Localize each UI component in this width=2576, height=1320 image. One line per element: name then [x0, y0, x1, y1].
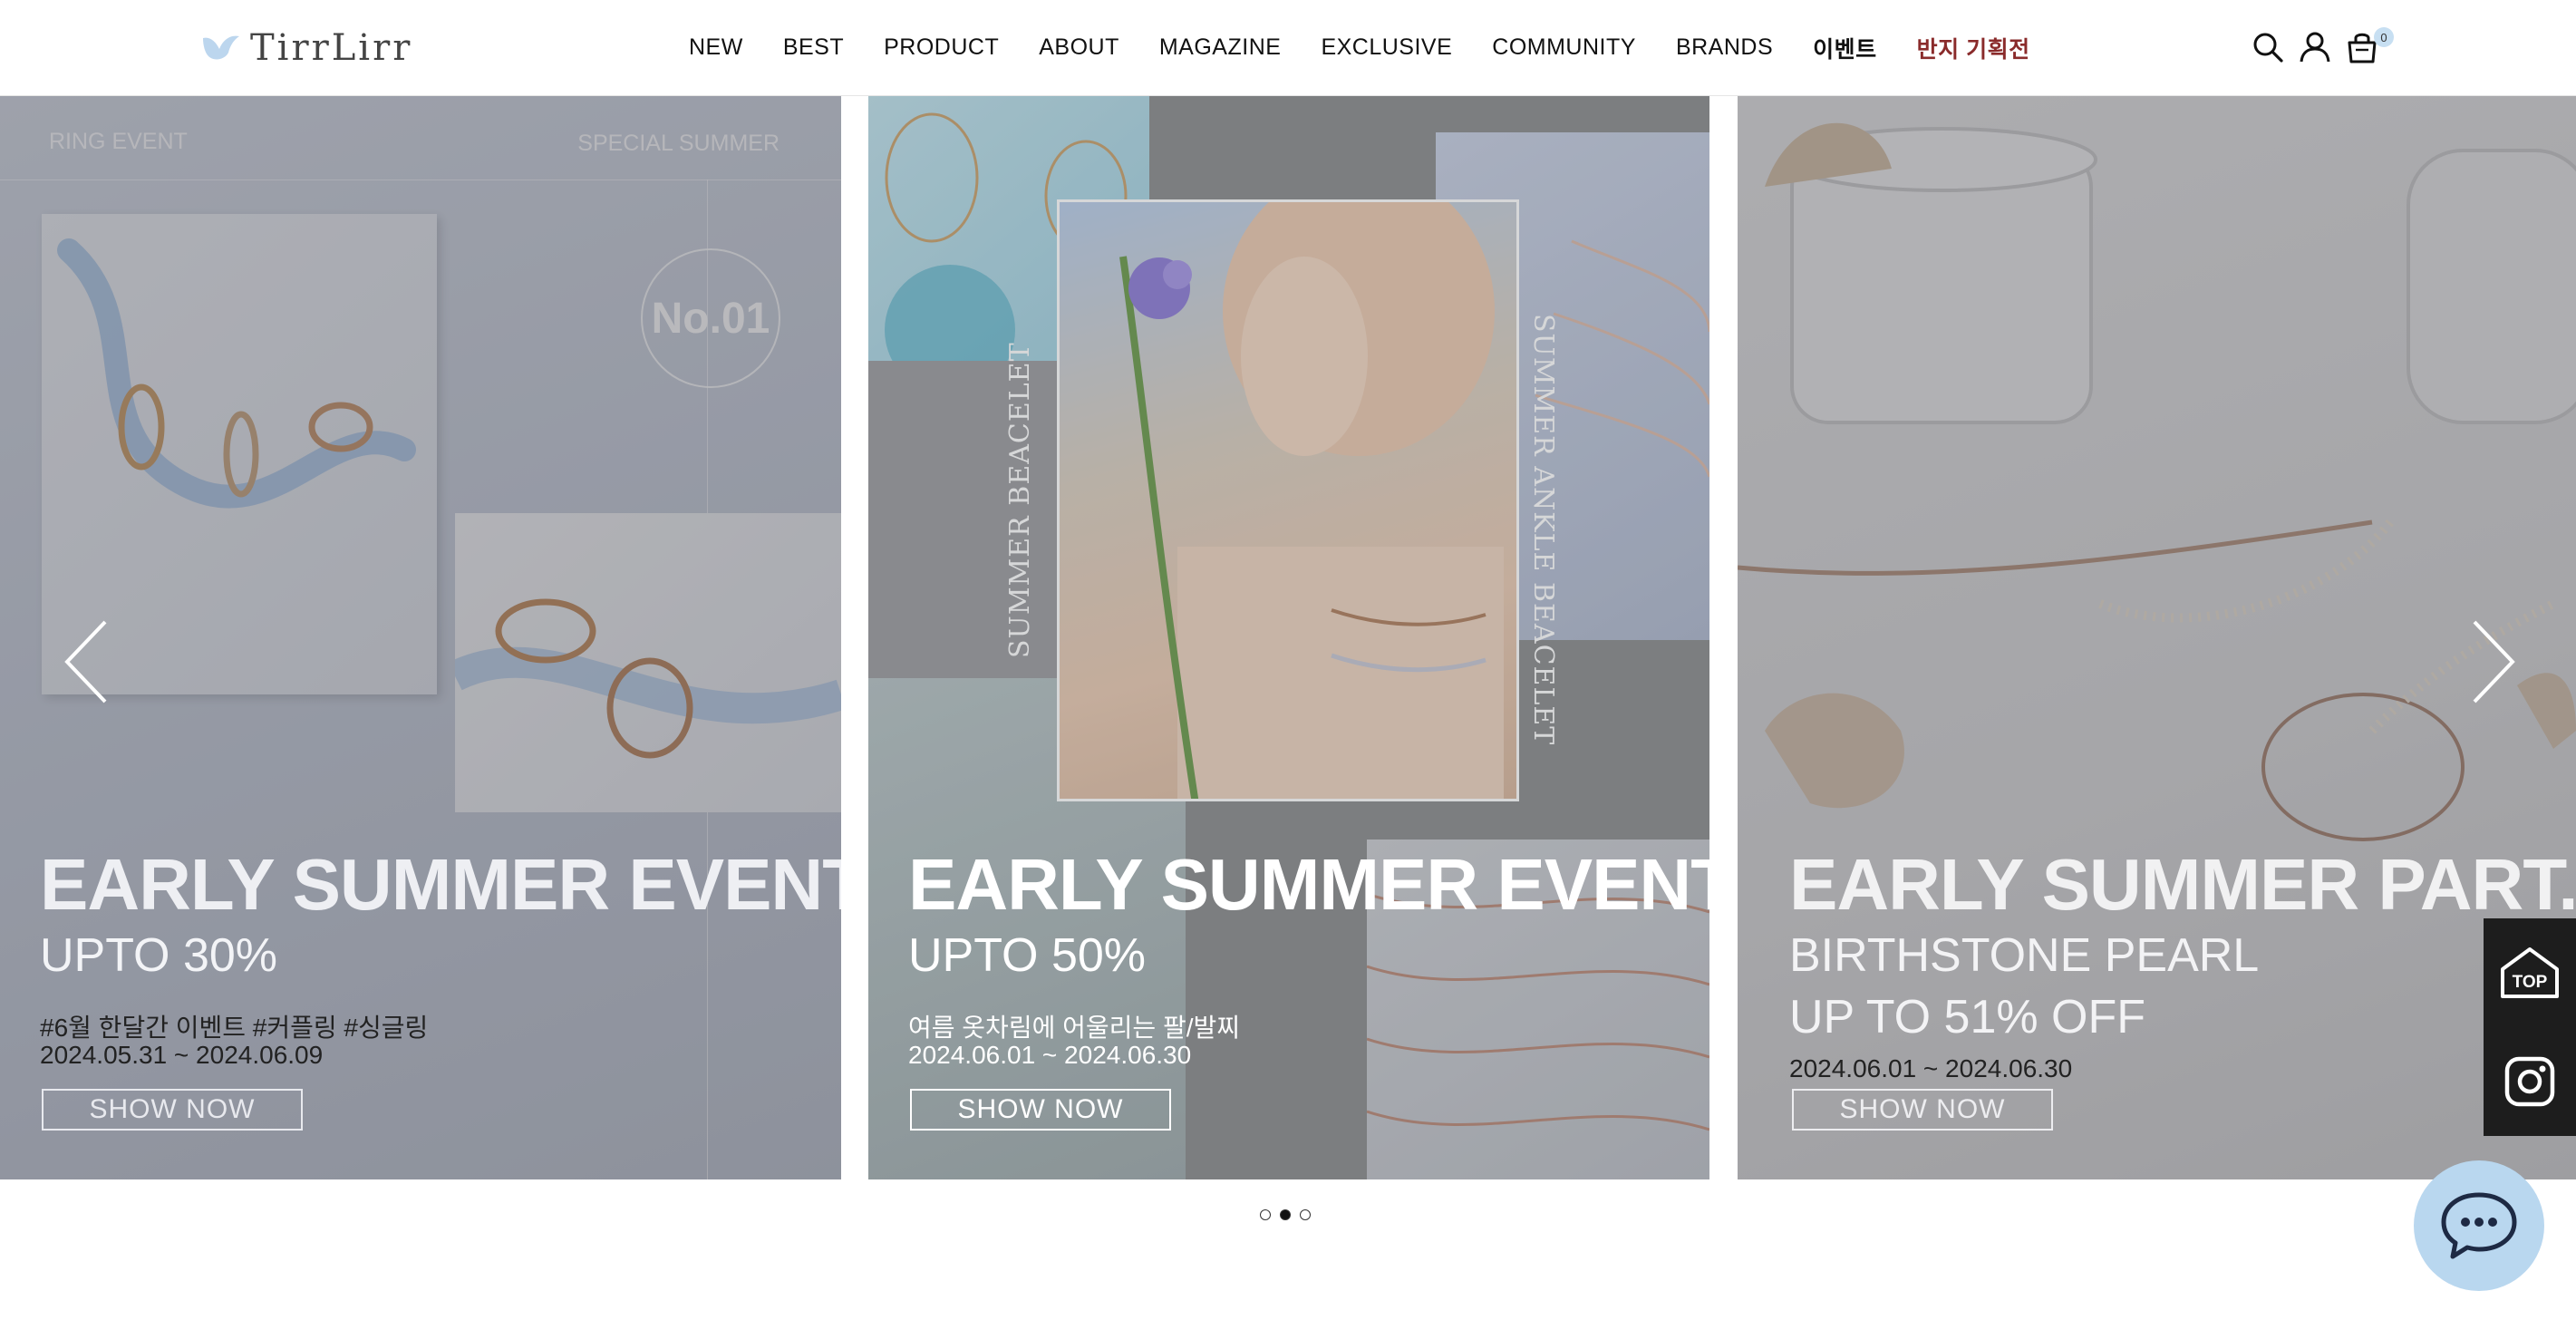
- slider-dot[interactable]: [1300, 1209, 1311, 1220]
- slide-corner-label: SPECIAL SUMMER: [577, 131, 780, 156]
- nav-item-product[interactable]: PRODUCT: [884, 34, 999, 61]
- slide-title: EARLY SUMMER PART.3: [1789, 844, 2576, 925]
- main-nav: NEW BEST PRODUCT ABOUT MAGAZINE EXCLUSIV…: [689, 0, 2070, 95]
- site-logo[interactable]: TirrLirr: [201, 25, 412, 71]
- nav-item-ring-promo[interactable]: 반지 기획전: [1917, 32, 2030, 64]
- user-icon[interactable]: [2299, 31, 2331, 63]
- bird-logo-icon: [203, 35, 239, 60]
- slide-subtitle: UPTO 30%: [40, 929, 278, 982]
- floating-side-bar: TOP: [2484, 918, 2576, 1136]
- nav-item-brands[interactable]: BRANDS: [1676, 34, 1773, 61]
- site-header: TirrLirr NEW BEST PRODUCT ABOUT MAGAZINE…: [0, 0, 2576, 96]
- chat-bubble-icon: [2441, 1192, 2517, 1259]
- slide-subtitle: BIRTHSTONE PEARL: [1789, 929, 2260, 982]
- slide-event-3[interactable]: EARLY SUMMER PART.3 BIRTHSTONE PEARL UP …: [1738, 96, 2576, 1179]
- slide-event-2[interactable]: SUMMER BEACELET SUMMER ANKLE BEACELET EA…: [868, 96, 1709, 1179]
- nav-item-about[interactable]: ABOUT: [1039, 34, 1119, 61]
- slide-corner-label: RING EVENT: [49, 129, 188, 154]
- slide-title: EARLY SUMMER EVENT.1: [40, 844, 841, 925]
- logo-text: TirrLirr: [250, 27, 413, 69]
- chat-button[interactable]: [2414, 1160, 2544, 1291]
- instagram-icon: [2504, 1056, 2555, 1107]
- cart-count-badge: 0: [2374, 27, 2394, 47]
- show-now-button[interactable]: SHOW NOW: [42, 1089, 303, 1131]
- model-with-flower-illustration: [1119, 202, 1504, 799]
- nav-item-event[interactable]: 이벤트: [1813, 32, 1877, 64]
- slide-event-1[interactable]: RING EVENT SPECIAL SUMMER No.01 EARLY SU…: [0, 96, 841, 1179]
- slider-pagination: [1260, 1209, 1311, 1220]
- nav-item-exclusive[interactable]: EXCLUSIVE: [1321, 34, 1452, 61]
- chevron-right-icon[interactable]: [2465, 616, 2520, 707]
- nav-item-best[interactable]: BEST: [783, 34, 844, 61]
- nav-item-new[interactable]: NEW: [689, 34, 743, 61]
- chevron-left-icon[interactable]: [60, 616, 114, 707]
- slide-subtitle-line2: UP TO 51% OFF: [1789, 991, 2146, 1043]
- model-photo: [1057, 199, 1519, 801]
- search-icon[interactable]: [2252, 31, 2284, 63]
- event-number-badge: No.01: [641, 248, 780, 388]
- badge-text: No.01: [651, 294, 770, 343]
- slide-subtitle: UPTO 50%: [908, 929, 1147, 982]
- nav-item-magazine[interactable]: MAGAZINE: [1159, 34, 1282, 61]
- top-label: TOP: [2513, 973, 2548, 992]
- slide-date: 2024.05.31 ~ 2024.06.09: [40, 1041, 324, 1069]
- slide-description: #6월 한달간 이벤트 #커플링 #싱글링: [40, 1014, 429, 1042]
- rings-on-ribbon-illustration: [448, 598, 841, 759]
- show-now-button[interactable]: SHOW NOW: [910, 1089, 1171, 1131]
- scroll-top-button[interactable]: TOP: [2484, 918, 2576, 1027]
- nav-item-community[interactable]: COMMUNITY: [1492, 34, 1636, 61]
- slide-title: EARLY SUMMER EVENT.2: [908, 844, 1709, 925]
- slider-dot[interactable]: [1260, 1209, 1271, 1220]
- slide-date: 2024.06.01 ~ 2024.06.30: [908, 1041, 1192, 1069]
- slide-date: 2024.06.01 ~ 2024.06.30: [1789, 1054, 2073, 1082]
- vertical-label: SUMMER BEACELET: [1004, 342, 1036, 658]
- instagram-button[interactable]: [2484, 1027, 2576, 1136]
- show-now-button[interactable]: SHOW NOW: [1792, 1089, 2053, 1131]
- ring-photo-card: [448, 513, 841, 812]
- slider-dot-active[interactable]: [1280, 1209, 1291, 1220]
- vertical-label: SUMMER ANKLE BEACELET: [1527, 314, 1559, 746]
- slide-description: 여름 옷차림에 어울리는 팔/발찌: [908, 1014, 1240, 1042]
- top-home-icon: TOP: [2501, 947, 2559, 998]
